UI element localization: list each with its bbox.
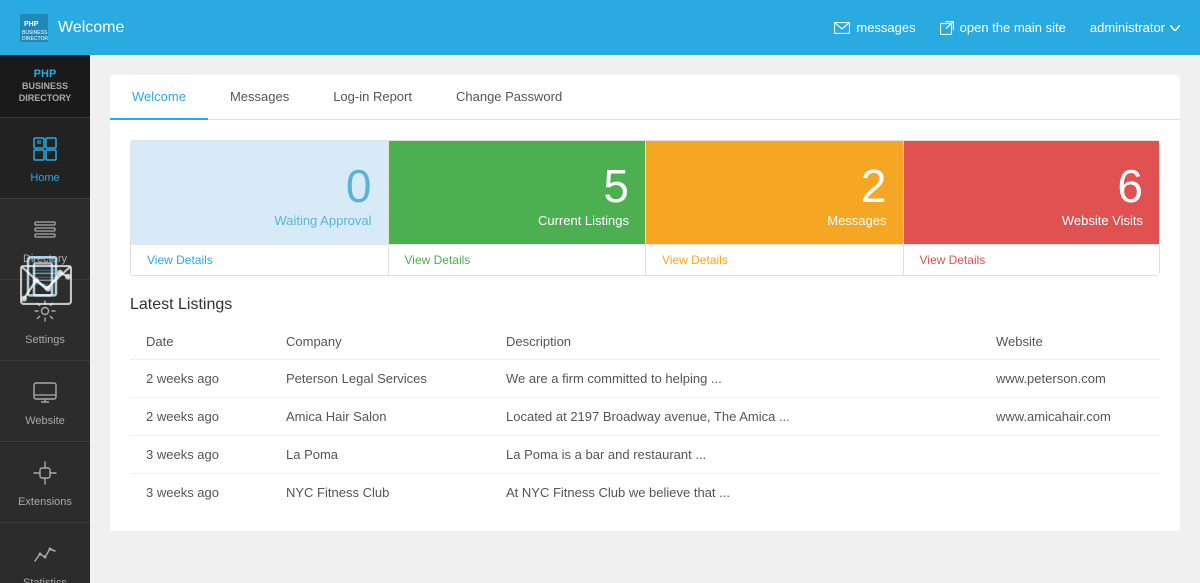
logo-directory: DIRECTORY bbox=[19, 93, 72, 103]
cell-website bbox=[980, 474, 1160, 512]
sidebar-logo: PHP BUSINESS DIRECTORY bbox=[0, 55, 90, 118]
cell-description: At NYC Fitness Club we believe that ... bbox=[490, 474, 980, 512]
tab-login-report[interactable]: Log-in Report bbox=[311, 75, 434, 120]
cell-website: www.peterson.com bbox=[980, 360, 1160, 398]
logo-icon: PHP BUSINESS DIRECTORY bbox=[20, 14, 48, 42]
messages-details[interactable]: View Details bbox=[646, 244, 903, 275]
user-label: administrator bbox=[1090, 20, 1165, 35]
stat-waiting-approval: 0 Waiting Approval View Details bbox=[130, 140, 388, 276]
cell-date: 3 weeks ago bbox=[130, 474, 270, 512]
current-listings-label: Current Listings bbox=[405, 213, 630, 228]
main-card: Welcome Messages Log-in Report Change Pa… bbox=[110, 75, 1180, 531]
sidebar-item-home[interactable]: Home bbox=[0, 118, 90, 199]
col-description: Description bbox=[490, 324, 980, 360]
sidebar-home-label: Home bbox=[30, 172, 59, 184]
col-date: Date bbox=[130, 324, 270, 360]
tab-messages[interactable]: Messages bbox=[208, 75, 311, 120]
topbar: PHP BUSINESS DIRECTORY Welcome messages … bbox=[0, 0, 1200, 55]
svg-text:DIRECTORY: DIRECTORY bbox=[22, 36, 48, 42]
directory-icon bbox=[32, 217, 58, 243]
stats-grid: 0 Waiting Approval View Details bbox=[130, 140, 1160, 276]
sidebar-settings-label: Settings bbox=[25, 334, 65, 346]
messages-number: 2 bbox=[662, 163, 887, 209]
topbar-actions: messages open the main site administrato… bbox=[834, 20, 1180, 35]
website-visits-details[interactable]: View Details bbox=[904, 244, 1160, 275]
cell-date: 3 weeks ago bbox=[130, 436, 270, 474]
cell-company: Amica Hair Salon bbox=[270, 398, 490, 436]
stat-website-visits: 6 Website Visits View Details bbox=[903, 140, 1161, 276]
col-website: Website bbox=[980, 324, 1160, 360]
stat-visits-top: 6 Website Visits bbox=[904, 141, 1160, 244]
chevron-down-icon bbox=[1170, 25, 1180, 31]
page-title: Welcome bbox=[58, 19, 834, 37]
waiting-approval-number: 0 bbox=[147, 163, 372, 209]
sidebar-extensions-label: Extensions bbox=[18, 496, 72, 508]
open-site-label: open the main site bbox=[960, 20, 1066, 35]
message-icon bbox=[834, 22, 850, 34]
messages-label: messages bbox=[856, 20, 915, 35]
cell-description: La Poma is a bar and restaurant ... bbox=[490, 436, 980, 474]
sidebar: PHP BUSINESS DIRECTORY Home bbox=[0, 55, 90, 583]
cell-company: La Poma bbox=[270, 436, 490, 474]
table-row: 3 weeks agoNYC Fitness ClubAt NYC Fitnes… bbox=[130, 474, 1160, 512]
sidebar-item-website[interactable]: Website bbox=[0, 361, 90, 442]
stat-messages-top: 2 Messages bbox=[646, 141, 903, 244]
current-listings-details[interactable]: View Details bbox=[389, 244, 646, 275]
cell-company: Peterson Legal Services bbox=[270, 360, 490, 398]
stat-current-listings: 5 Current Listings View Details bbox=[388, 140, 646, 276]
waiting-approval-label: Waiting Approval bbox=[147, 213, 372, 228]
current-listings-number: 5 bbox=[405, 163, 630, 209]
stat-waiting-top: 0 Waiting Approval bbox=[131, 141, 388, 244]
table-row: 2 weeks agoPeterson Legal ServicesWe are… bbox=[130, 360, 1160, 398]
sidebar-statistics-label: Statistics bbox=[23, 577, 67, 583]
cell-company: NYC Fitness Club bbox=[270, 474, 490, 512]
cell-description: Located at 2197 Broadway avenue, The Ami… bbox=[490, 398, 980, 436]
website-visits-number: 6 bbox=[920, 163, 1144, 209]
statistics-icon bbox=[32, 541, 58, 567]
table-row: 3 weeks agoLa PomaLa Poma is a bar and r… bbox=[130, 436, 1160, 474]
cell-website bbox=[980, 436, 1160, 474]
stat-messages: 2 Messages View Details bbox=[645, 140, 903, 276]
listings-table-wrapper: Date Company Description Website 2 weeks… bbox=[130, 324, 1160, 511]
messages-stat-label: Messages bbox=[662, 213, 887, 228]
tab-welcome[interactable]: Welcome bbox=[110, 75, 208, 120]
latest-listings-title: Latest Listings bbox=[110, 276, 1180, 324]
logo-php: PHP bbox=[34, 68, 57, 80]
table-row: 2 weeks agoAmica Hair SalonLocated at 21… bbox=[130, 398, 1160, 436]
waiting-approval-details[interactable]: View Details bbox=[131, 244, 388, 275]
content-area: Welcome Messages Log-in Report Change Pa… bbox=[90, 55, 1200, 583]
stat-listings-top: 5 Current Listings bbox=[389, 141, 646, 244]
tab-change-password[interactable]: Change Password bbox=[434, 75, 584, 120]
col-company: Company bbox=[270, 324, 490, 360]
cell-description: We are a firm committed to helping ... bbox=[490, 360, 980, 398]
main-layout: PHP BUSINESS DIRECTORY Home bbox=[0, 55, 1200, 583]
cell-date: 2 weeks ago bbox=[130, 360, 270, 398]
logo-business: BUSINESS bbox=[22, 81, 68, 91]
sidebar-item-extensions[interactable]: Extensions bbox=[0, 442, 90, 523]
sidebar-item-statistics[interactable]: Statistics bbox=[0, 523, 90, 583]
svg-text:PHP: PHP bbox=[24, 21, 39, 28]
logo-area: PHP BUSINESS DIRECTORY bbox=[20, 14, 48, 42]
home-icon bbox=[32, 136, 58, 162]
tabs-bar: Welcome Messages Log-in Report Change Pa… bbox=[110, 75, 1180, 120]
extensions-icon bbox=[32, 460, 58, 486]
listings-table: Date Company Description Website 2 weeks… bbox=[130, 324, 1160, 511]
external-link-icon bbox=[940, 21, 954, 35]
website-visits-label: Website Visits bbox=[920, 213, 1144, 228]
cell-website: www.amicahair.com bbox=[980, 398, 1160, 436]
website-icon bbox=[32, 379, 58, 405]
cell-date: 2 weeks ago bbox=[130, 398, 270, 436]
messages-link[interactable]: messages bbox=[834, 20, 915, 35]
open-site-link[interactable]: open the main site bbox=[940, 20, 1066, 35]
user-menu[interactable]: administrator bbox=[1090, 20, 1180, 35]
sidebar-website-label: Website bbox=[25, 415, 65, 427]
